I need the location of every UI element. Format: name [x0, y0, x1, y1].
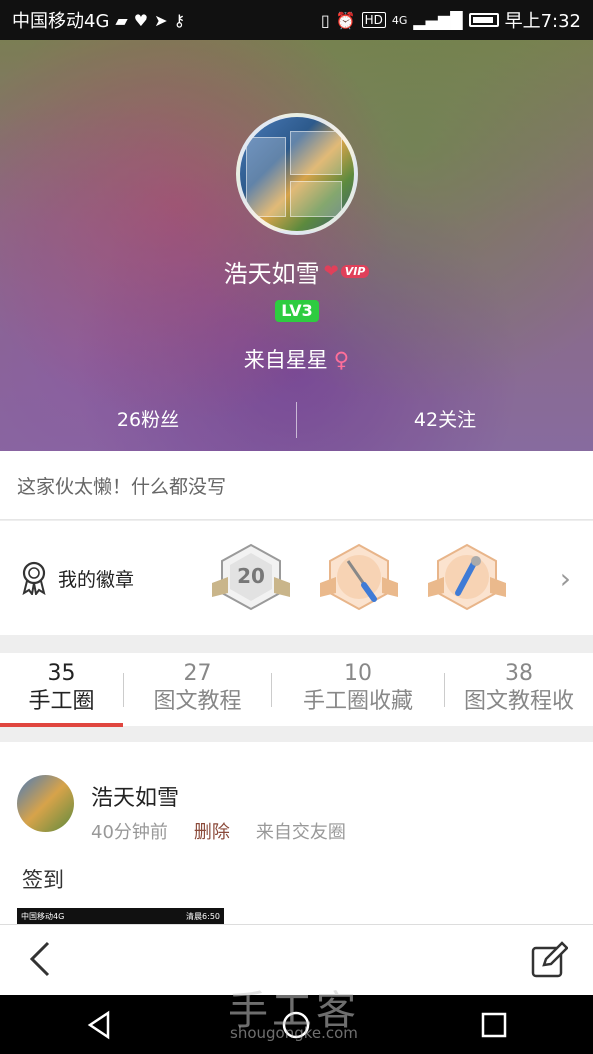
chevron-right-icon[interactable]: › [560, 562, 571, 595]
badges-title-text: 我的徽章 [58, 568, 135, 591]
tab-count: 38 [505, 660, 533, 686]
ribbon-icon [22, 561, 46, 595]
briefcase-icon: ▰ [115, 10, 128, 30]
thumb-carrier: 中国移动4G [21, 912, 65, 921]
profile-stats: 26粉丝 42关注 [0, 400, 593, 440]
tab-count: 35 [47, 660, 76, 686]
tab-count: 27 [183, 660, 212, 686]
tab-tutorials[interactable]: 27 图文教程 [124, 653, 271, 727]
battery-icon [468, 13, 499, 27]
paper-plane-icon: ➤ [154, 10, 168, 30]
back-icon[interactable] [22, 939, 62, 979]
screwdriver-badge-icon[interactable] [318, 543, 400, 613]
hd-icon: HD [361, 12, 386, 28]
fans-count[interactable]: 26粉丝 [0, 400, 296, 440]
profile-bio: 这家伙太懒！什么都没写 [0, 451, 593, 520]
tab-label: 手工圈 [28, 688, 95, 714]
edit-icon[interactable] [530, 941, 568, 979]
tab-label: 图文教程 [153, 688, 242, 714]
badge-20-icon[interactable]: 20 [210, 543, 292, 613]
square-recents-icon [481, 1012, 507, 1037]
username-text: 浩天如雪 [223, 260, 320, 288]
post-text: 签到 [22, 868, 64, 892]
heart-icon: ❤ [323, 261, 339, 282]
delete-button[interactable]: 删除 [194, 818, 230, 844]
content-tabs: 35 手工圈 27 图文教程 10 手工圈收藏 38 图文教程收 [0, 653, 593, 727]
vip-badge: ❤ VIP [324, 261, 370, 282]
nav-recents-button[interactable] [469, 1005, 519, 1045]
post-author-name[interactable]: 浩天如雪 [91, 780, 179, 812]
profile-avatar[interactable] [236, 113, 358, 235]
carrier-label: 中国移动4G [12, 11, 110, 32]
triangle-back-icon [87, 1010, 110, 1039]
female-icon: ♀ [333, 348, 350, 372]
post-card[interactable]: 浩天如雪 40分钟前 删除 来自交友圈 签到 中国移动4G 清晨6:50 [0, 742, 593, 924]
tab-handcraft-circle[interactable]: 35 手工圈 [0, 653, 123, 727]
nav-back-button[interactable] [74, 1005, 124, 1045]
location-text: 来自星星 [243, 348, 328, 372]
wrench-badge-icon[interactable] [426, 543, 508, 613]
signal-icon: ▂▄▆█ [413, 10, 463, 30]
vibrate-icon: ▯ [320, 10, 330, 30]
profile-location: 来自星星 ♀ [0, 344, 593, 374]
status-bar: 中国移动4G ▰ ♥ ➤ ⚷ ▯ ⏰ HD 4G ▂▄▆█ 早上7:32 [0, 0, 593, 40]
avatar-tile [290, 131, 342, 175]
avatar-tile [246, 137, 286, 217]
following-count[interactable]: 42关注 [297, 400, 593, 440]
avatar-tile [290, 181, 342, 217]
tab-label: 图文教程收 [463, 688, 574, 714]
tab-label: 手工圈收藏 [302, 688, 413, 714]
thumb-time: 清晨6:50 [186, 912, 220, 921]
profile-header: 浩天如雪 ❤ VIP LV3 来自星星 ♀ 26粉丝 42关注 [0, 40, 593, 451]
heart-rate-icon: ♥ [133, 10, 149, 30]
tab-circle-favorites[interactable]: 10 手工圈收藏 [272, 653, 444, 727]
watermark-url: shougongke.com [230, 1024, 358, 1042]
level-badge: LV3 [275, 300, 319, 322]
tab-count: 10 [344, 660, 372, 686]
badge-20-number: 20 [237, 564, 265, 588]
vip-label: VIP [340, 265, 370, 278]
profile-username: 浩天如雪 ❤ VIP [0, 254, 593, 289]
tab-tutorial-favorites[interactable]: 38 图文教程收 [445, 653, 593, 727]
badges-row[interactable]: 我的徽章 20 › [0, 521, 593, 635]
badges-title: 我的徽章 [20, 561, 210, 595]
network-label: 4G [391, 13, 408, 27]
post-source: 来自交友圈 [255, 822, 346, 843]
post-time: 40分钟前 [91, 822, 168, 843]
key-icon: ⚷ [173, 10, 186, 30]
post-author-avatar[interactable] [17, 775, 74, 832]
post-image[interactable]: 中国移动4G 清晨6:50 [17, 908, 224, 924]
alarm-icon: ⏰ [335, 10, 356, 30]
clock: 早上7:32 [504, 11, 581, 32]
post-meta: 40分钟前 删除 来自交友圈 [91, 818, 346, 844]
